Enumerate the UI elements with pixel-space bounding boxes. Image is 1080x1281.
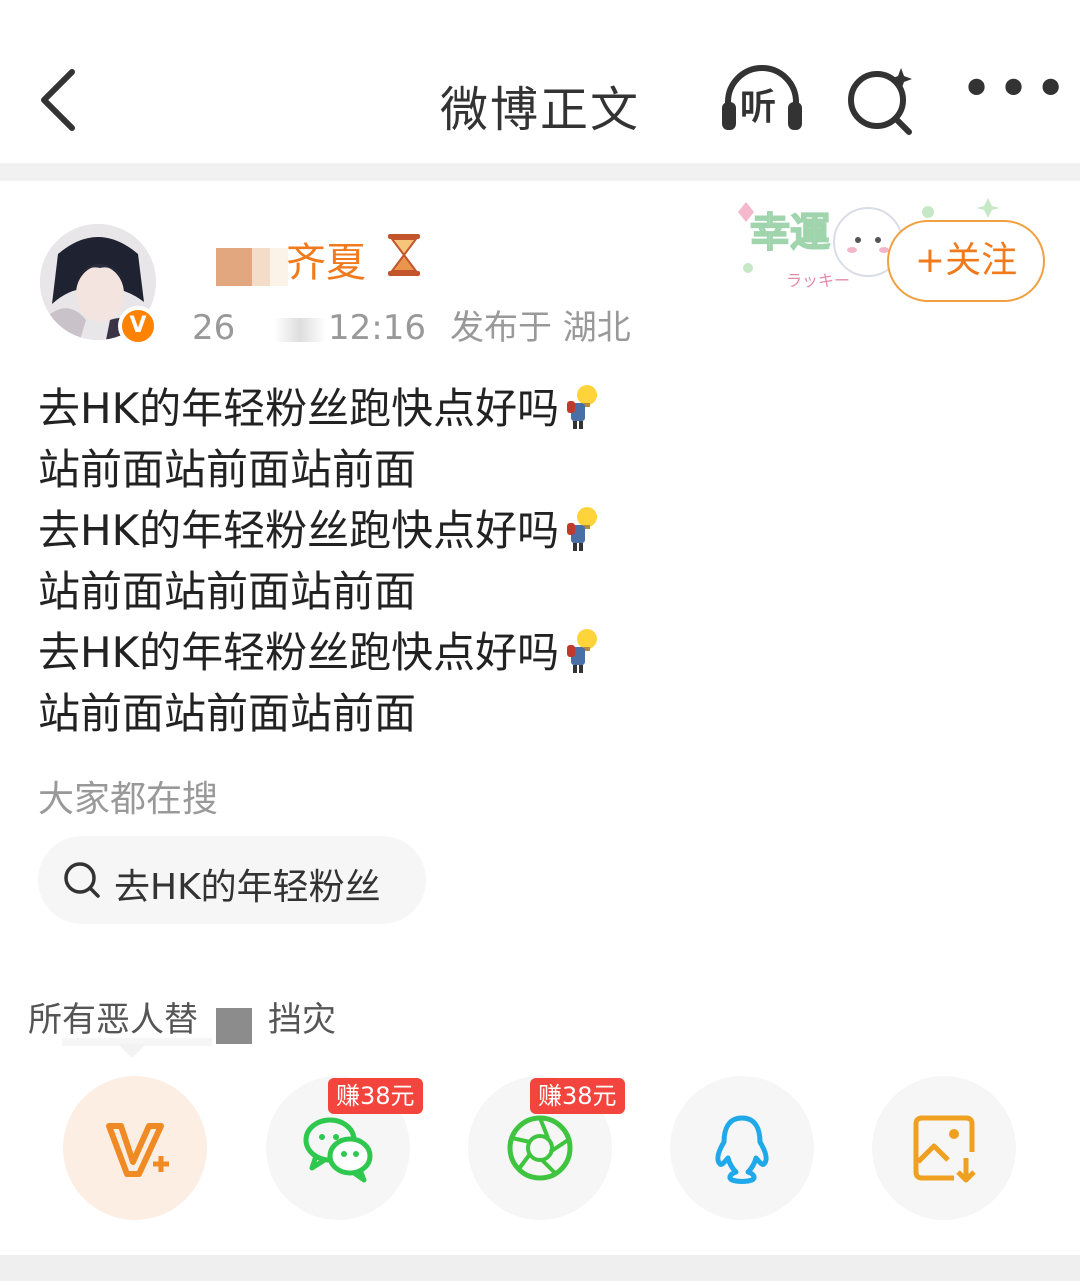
post-line: 去HK的年轻粉丝跑快点好吗 — [38, 378, 1038, 439]
v-plus-icon — [106, 1123, 169, 1177]
name-mosaic — [216, 248, 288, 286]
post-line-text: 去HK的年轻粉丝跑快点好吗 — [38, 506, 560, 555]
post-line: 去HK的年轻粉丝跑快点好吗 — [38, 500, 1038, 561]
post-body: 去HK的年轻粉丝跑快点好吗 站前面站前面站前面 去HK的年轻粉丝跑快点好吗 站前… — [38, 378, 1038, 744]
date-blur — [274, 317, 326, 342]
bottom-divider — [0, 1255, 1080, 1281]
follow-button[interactable]: +关注 — [887, 220, 1045, 302]
quote-text-b: 挡灾 — [268, 1000, 336, 1040]
listen-button[interactable]: 听 — [718, 62, 806, 134]
qq-icon — [715, 1115, 769, 1184]
verified-badge: V — [118, 306, 158, 346]
hot-search-chip[interactable]: 去HK的年轻粉丝 — [38, 836, 426, 924]
post-date: 26 — [192, 308, 236, 348]
username[interactable]: 齐夏 — [286, 230, 366, 288]
hourglass-icon — [388, 234, 420, 276]
wechat-icon — [303, 1117, 373, 1183]
search-sparkle-icon[interactable] — [845, 62, 919, 136]
post-time: 12:16 — [328, 308, 426, 348]
nav-header: 微博正文 听 ••• — [0, 0, 1080, 163]
moments-icon — [507, 1115, 573, 1181]
earn-badge-moments: 赚38元 — [530, 1078, 625, 1114]
post-line: 站前面站前面站前面 — [38, 445, 417, 494]
header-divider — [0, 163, 1080, 181]
quote-text-a: 所有恶人替 — [28, 1000, 198, 1040]
post-line: 站前面站前面站前面 — [38, 567, 417, 616]
post-line: 站前面站前面站前面 — [38, 689, 417, 738]
person-lightbulb-emoji — [567, 629, 598, 673]
post-meta: 26 12:16 发布于 湖北 — [192, 300, 631, 349]
v-plus-share-button[interactable] — [63, 1076, 207, 1220]
quote-mosaic — [216, 1008, 252, 1044]
qq-share-button[interactable] — [670, 1076, 814, 1220]
sticker-sub: ラッキー — [786, 273, 850, 290]
post-line-text: 去HK的年轻粉丝跑快点好吗 — [38, 628, 560, 677]
more-options-icon[interactable]: ••• — [960, 62, 1067, 118]
search-icon — [64, 862, 100, 898]
post-line: 去HK的年轻粉丝跑快点好吗 — [38, 622, 1038, 683]
hot-search-label: 大家都在搜 — [38, 779, 219, 820]
sticker-text: 幸運 — [750, 211, 830, 255]
post-location: 发布于 湖北 — [449, 308, 631, 348]
person-lightbulb-emoji — [567, 507, 598, 551]
save-image-icon — [913, 1115, 976, 1183]
save-image-button[interactable] — [872, 1076, 1016, 1220]
post-line-text: 去HK的年轻粉丝跑快点好吗 — [38, 384, 560, 433]
person-lightbulb-emoji — [567, 385, 598, 429]
quote-text[interactable]: 所有恶人替 挡灾 — [28, 992, 336, 1041]
earn-badge-wechat: 赚38元 — [328, 1078, 423, 1114]
listen-label: 听 — [740, 87, 777, 128]
tooltip-arrow — [118, 1044, 146, 1058]
hot-search-text: 去HK的年轻粉丝 — [114, 867, 381, 908]
